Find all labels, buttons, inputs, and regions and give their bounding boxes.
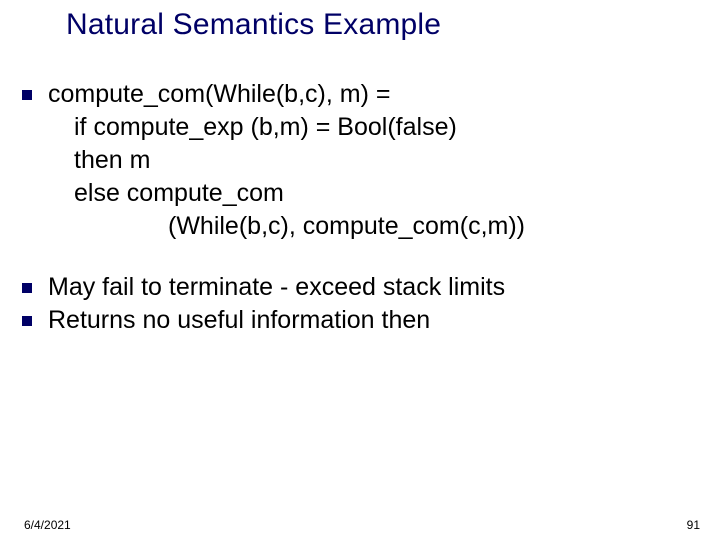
- code-line-4: else compute_com: [74, 179, 284, 207]
- bullet-item-3: Returns no useful information then: [22, 304, 700, 337]
- code-line-5: (While(b,c), compute_com(c,m)): [168, 210, 525, 243]
- bullet-marker-icon: [22, 90, 32, 100]
- slide-title: Natural Semantics Example: [66, 8, 441, 42]
- bullet-marker-icon: [22, 316, 32, 326]
- slide-footer: 6/4/2021 91: [24, 518, 700, 532]
- bullet-text: Returns no useful information then: [48, 304, 430, 337]
- bullet-item-2: May fail to terminate - exceed stack lim…: [22, 271, 700, 304]
- code-line-1: compute_com(While(b,c), m) =: [48, 80, 390, 108]
- slide-content: compute_com(While(b,c), m) = if compute_…: [22, 78, 700, 337]
- bullet-item-1: compute_com(While(b,c), m) = if compute_…: [22, 78, 700, 243]
- footer-page-number: 91: [687, 518, 700, 532]
- bullet-text: compute_com(While(b,c), m) = if compute_…: [48, 78, 525, 243]
- slide: Natural Semantics Example compute_com(Wh…: [0, 0, 720, 540]
- code-line-2: if compute_exp (b,m) = Bool(false): [74, 113, 457, 141]
- footer-date: 6/4/2021: [24, 518, 71, 532]
- bullet-text: May fail to terminate - exceed stack lim…: [48, 271, 505, 304]
- bullet-marker-icon: [22, 283, 32, 293]
- code-line-3: then m: [74, 146, 150, 174]
